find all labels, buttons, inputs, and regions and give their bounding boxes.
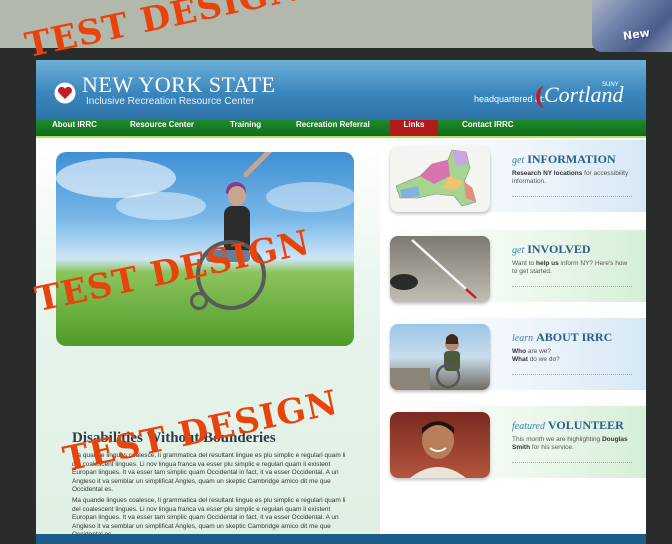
nav-about-irrc[interactable]: About IRRC [42,120,107,136]
white-cane-icon [390,236,490,302]
dotted-divider [512,196,632,197]
card-learn-about-irrc[interactable]: learn ABOUT IRRC Who are we? What do we d… [380,318,646,390]
headquartered-text: headquartered at: [474,94,546,104]
card-title-prefix: featured [512,421,545,432]
card-get-information[interactable]: get INFORMATION Research NY locations fo… [380,140,646,212]
suny-label: SUNY [602,82,619,88]
main-content: Disabilities Without Bounderies Ma quand… [36,140,380,544]
new-badge-art: New [592,0,672,52]
card-featured-volunteer[interactable]: featured VOLUNTEER This month we are hig… [380,406,646,478]
card-desc-text: for his service. [530,444,574,451]
card-desc-bold: What [512,356,528,363]
volunteer-thumbnail [390,412,490,478]
card-desc-bold: Who [512,348,527,355]
footer-bar [36,534,646,544]
card-desc-text: This month we are highlighting [512,436,602,443]
dotted-divider [512,286,632,287]
volunteer-portrait-icon [410,421,466,478]
card-title[interactable]: featured VOLUNTEER [512,418,624,433]
card-desc-bold: Research NY locations [512,170,583,177]
person-arm [242,152,275,179]
sidebar: get INFORMATION Research NY locations fo… [380,140,646,544]
site-header: NEW YORK STATE Inclusive Recreation Reso… [36,60,646,120]
main-nav: About IRRC Resource Center Training Recr… [36,120,646,138]
web-page: NEW YORK STATE Inclusive Recreation Reso… [36,60,646,544]
ny-map-icon [395,149,477,207]
cloud-shape [266,182,354,212]
cortland-logo[interactable]: Cortland SUNY [536,82,623,108]
site-subtitle: Inclusive Recreation Resource Center [86,96,255,107]
card-description: Research NY locations for accessibility … [512,170,632,186]
dotted-divider [512,374,632,375]
nav-training[interactable]: Training [220,120,271,136]
woman-portrait-icon [390,334,461,390]
card-title-prefix: learn [512,333,534,344]
card-title-main: VOLUNTEER [547,418,624,432]
person-head [228,186,246,206]
nav-links[interactable]: Links [390,120,438,136]
cane-thumbnail [390,236,490,302]
cortland-swoosh-icon [536,86,554,108]
card-desc-bold: help us [535,260,559,267]
heart-logo-icon [54,82,76,104]
card-title[interactable]: get INFORMATION [512,152,616,167]
new-badge: New [622,26,651,43]
card-desc-text: are we? [526,348,552,355]
card-title-main: ABOUT IRRC [536,330,613,344]
card-title-main: INVOLVED [527,242,591,256]
card-get-involved[interactable]: get INVOLVED Want to help us inform NY? … [380,230,646,302]
card-title-prefix: get [512,245,525,256]
card-title-main: INFORMATION [527,152,616,166]
site-title[interactable]: NEW YORK STATE [82,72,275,98]
nav-recreation-referral[interactable]: Recreation Referral [286,120,380,136]
card-description: This month we are highlighting Douglas S… [512,436,632,452]
card-description: Want to help us inform NY? Here's how to… [512,260,632,276]
nav-resource-center[interactable]: Resource Center [120,120,204,136]
cloud-shape [116,192,206,220]
card-title[interactable]: learn ABOUT IRRC [512,330,612,345]
card-description: Who are we? What do we do? [512,348,632,364]
card-title-prefix: get [512,155,525,166]
ny-map-thumbnail [390,146,490,212]
card-desc-text: Want to [512,260,536,267]
card-title[interactable]: get INVOLVED [512,242,591,257]
card-desc-text: do we do? [527,356,560,363]
nav-contact-irrc[interactable]: Contact IRRC [452,120,524,136]
dotted-divider [512,462,632,463]
woman-wheelchair-thumbnail [390,324,490,390]
wheelchair-small-wheel-icon [190,292,208,310]
